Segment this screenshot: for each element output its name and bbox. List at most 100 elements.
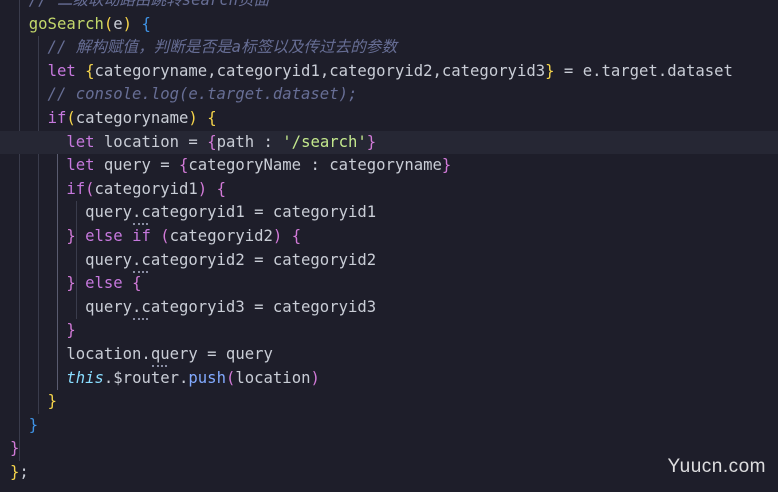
- code-token: }: [366, 132, 377, 151]
- code-line[interactable]: query.categoryid1 = categoryid1: [0, 201, 778, 225]
- code-token: if: [47, 109, 67, 127]
- code-token: }: [47, 392, 57, 411]
- code-token: ): [272, 227, 283, 245]
- code-token: = e.target.dataset: [554, 61, 733, 80]
- code-token: else: [85, 227, 123, 245]
- code-token: ): [197, 179, 208, 198]
- code-token: {: [291, 227, 302, 245]
- code-line[interactable]: goSearch(e) {: [0, 13, 778, 37]
- code-token: {: [141, 14, 151, 33]
- code-line[interactable]: query.categoryid2 = categoryid2: [0, 249, 778, 273]
- code-token: categoryid1: [94, 179, 198, 198]
- code-token: }: [66, 227, 76, 245]
- code-token: ): [188, 109, 198, 127]
- code-token: }: [66, 274, 76, 293]
- code-token: {: [216, 179, 226, 198]
- code-token: location: [235, 368, 311, 387]
- hint-squiggle: [151, 362, 167, 367]
- code-token: (: [85, 179, 95, 198]
- code-line[interactable]: } else {: [0, 272, 778, 296]
- code-token: e: [113, 14, 123, 33]
- code-token: location =: [94, 132, 208, 151]
- code-token: {: [85, 61, 95, 80]
- code-token: let: [47, 61, 76, 80]
- code-token: push: [188, 368, 226, 387]
- code-token: else: [85, 274, 123, 293]
- code-token: categoryid2: [169, 227, 273, 245]
- hint-squiggle: [132, 315, 148, 320]
- hint-squiggle: [132, 220, 148, 226]
- code-token: (: [225, 368, 236, 387]
- code-token: location.query = query: [10, 345, 273, 363]
- code-token: this: [66, 368, 104, 387]
- code-token: }: [28, 415, 39, 434]
- code-token: let: [66, 156, 95, 175]
- code-token: categoryname,categoryid1,categoryid2,cat…: [94, 61, 546, 80]
- code-token: }: [10, 463, 20, 481]
- code-token: // 解构赋值，判断是否是a标签以及传过去的参数: [10, 38, 397, 57]
- code-line[interactable]: }: [0, 414, 778, 438]
- code-token: query.categoryid3 = categoryid3: [10, 297, 377, 316]
- code-token: goSearch: [28, 14, 104, 33]
- code-line[interactable]: }: [0, 437, 778, 461]
- code-line[interactable]: this.$router.push(location): [0, 367, 778, 391]
- code-editor[interactable]: // 二级联动路由跳转search页面 goSearch(e) { // 解构赋…: [0, 0, 778, 492]
- code-line[interactable]: // console.log(e.target.dataset);: [0, 83, 778, 107]
- code-line[interactable]: // 解构赋值，判断是否是a标签以及传过去的参数: [0, 36, 778, 60]
- code-token: }: [10, 439, 20, 458]
- code-token: // 二级联动路由跳转search页面: [10, 0, 270, 9]
- code-token: (: [160, 227, 170, 245]
- code-line[interactable]: if(categoryid1) {: [0, 178, 778, 202]
- code-token: categoryname: [75, 109, 189, 127]
- code-token: {: [207, 132, 217, 151]
- code-line-current[interactable]: let location = {path : '/search'}: [0, 130, 778, 155]
- code-token: ): [310, 368, 320, 387]
- code-token: }: [545, 61, 555, 80]
- code-token: let: [66, 132, 95, 151]
- code-line[interactable]: query.categoryid3 = categoryid3: [0, 296, 778, 320]
- code-token: if: [66, 179, 86, 198]
- code-token: query =: [94, 156, 180, 175]
- code-line[interactable]: }: [0, 319, 778, 343]
- code-line[interactable]: };: [0, 461, 778, 485]
- code-line[interactable]: // 二级联动路由跳转search页面: [0, 0, 778, 13]
- code-token: path :: [216, 132, 283, 151]
- code-token: .$router.: [103, 368, 189, 387]
- code-token: {: [179, 156, 189, 175]
- code-token: if: [132, 227, 151, 245]
- code-token: {: [132, 274, 142, 293]
- code-token: ): [122, 14, 133, 33]
- code-token: }: [441, 156, 452, 175]
- watermark: Yuucn.com: [667, 456, 766, 477]
- code-token: (: [66, 109, 76, 127]
- code-line[interactable]: }: [0, 390, 778, 414]
- code-line[interactable]: let {categoryname,categoryid1,categoryid…: [0, 60, 778, 84]
- code-line[interactable]: location.query = query: [0, 343, 778, 367]
- code-token: (: [103, 14, 114, 33]
- code-line[interactable]: } else if (categoryid2) {: [0, 225, 778, 249]
- code-line[interactable]: if(categoryname) {: [0, 107, 778, 131]
- code-token: {: [207, 109, 217, 127]
- code-token: query.categoryid2 = categoryid2: [10, 250, 377, 269]
- code-line[interactable]: let query = {categoryName : categoryname…: [0, 154, 778, 178]
